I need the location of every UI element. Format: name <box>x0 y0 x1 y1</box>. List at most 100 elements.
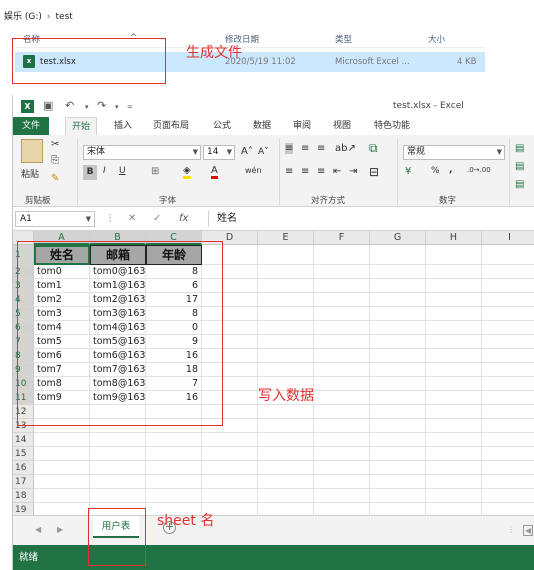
empty-cell[interactable] <box>370 245 426 265</box>
empty-cell[interactable] <box>370 391 426 405</box>
empty-cell[interactable] <box>482 377 534 391</box>
align-center-icon[interactable]: ≡ <box>301 166 309 177</box>
empty-cell[interactable] <box>482 307 534 321</box>
empty-cell[interactable] <box>314 419 370 433</box>
empty-cell[interactable] <box>426 245 482 265</box>
empty-cell[interactable] <box>314 307 370 321</box>
empty-cell[interactable] <box>314 461 370 475</box>
column-size-header[interactable]: 大小 <box>428 33 445 45</box>
empty-cell[interactable] <box>314 293 370 307</box>
increase-decimal-icon[interactable]: .0→.00 <box>467 166 491 174</box>
empty-cell[interactable] <box>482 245 534 265</box>
empty-cell[interactable] <box>258 461 314 475</box>
name-box[interactable]: A1 ▼ <box>15 211 95 227</box>
redo-dropdown-icon[interactable]: ▾ <box>115 103 119 111</box>
empty-cell[interactable] <box>426 405 482 419</box>
empty-cell[interactable] <box>258 245 314 265</box>
confirm-icon[interactable]: ✓ <box>153 213 161 224</box>
empty-cell[interactable] <box>146 461 202 475</box>
empty-cell[interactable] <box>482 433 534 447</box>
empty-cell[interactable] <box>370 433 426 447</box>
empty-cell[interactable] <box>370 489 426 503</box>
format-painter-icon[interactable]: ✎ <box>51 173 59 184</box>
empty-cell[interactable] <box>426 419 482 433</box>
empty-cell[interactable] <box>426 279 482 293</box>
empty-cell[interactable] <box>482 419 534 433</box>
copy-icon[interactable]: ⎘ <box>51 155 59 166</box>
underline-button[interactable]: U <box>119 166 126 176</box>
empty-cell[interactable] <box>258 335 314 349</box>
grow-font-icon[interactable]: A˄ <box>241 146 253 157</box>
empty-cell[interactable] <box>258 503 314 515</box>
empty-cell[interactable] <box>426 349 482 363</box>
empty-cell[interactable] <box>482 475 534 489</box>
wrap-text-icon[interactable]: ⧉ <box>369 141 378 156</box>
undo-icon[interactable]: ↶ <box>65 99 74 112</box>
empty-cell[interactable] <box>258 489 314 503</box>
empty-cell[interactable] <box>90 489 146 503</box>
empty-cell[interactable] <box>482 335 534 349</box>
row-header[interactable]: 17 <box>13 475 34 489</box>
empty-cell[interactable] <box>426 335 482 349</box>
empty-cell[interactable] <box>370 307 426 321</box>
empty-cell[interactable] <box>314 363 370 377</box>
empty-cell[interactable] <box>258 405 314 419</box>
comma-button[interactable]: , <box>449 165 452 175</box>
empty-cell[interactable] <box>482 321 534 335</box>
empty-cell[interactable] <box>370 293 426 307</box>
redo-icon[interactable]: ↷ <box>97 99 106 112</box>
empty-cell[interactable] <box>146 433 202 447</box>
border-icon[interactable]: ⊞ <box>151 166 159 177</box>
cancel-icon[interactable]: ✕ <box>128 213 136 224</box>
empty-cell[interactable] <box>202 447 258 461</box>
empty-cell[interactable] <box>90 475 146 489</box>
empty-cell[interactable] <box>482 405 534 419</box>
font-color-icon[interactable]: A <box>211 165 218 179</box>
empty-cell[interactable] <box>34 433 90 447</box>
cut-icon[interactable]: ✂ <box>51 139 59 150</box>
empty-cell[interactable] <box>482 503 534 515</box>
empty-cell[interactable] <box>482 279 534 293</box>
empty-cell[interactable] <box>202 433 258 447</box>
tab-review[interactable]: 审阅 <box>287 117 317 135</box>
empty-cell[interactable] <box>146 489 202 503</box>
tab-data[interactable]: 数据 <box>247 117 277 135</box>
empty-cell[interactable] <box>34 461 90 475</box>
empty-cell[interactable] <box>370 335 426 349</box>
empty-cell[interactable] <box>202 475 258 489</box>
empty-cell[interactable] <box>258 293 314 307</box>
row-header[interactable]: 18 <box>13 489 34 503</box>
empty-cell[interactable] <box>370 461 426 475</box>
merge-cells-icon[interactable]: ⊟ <box>369 165 379 179</box>
empty-cell[interactable] <box>258 279 314 293</box>
empty-cell[interactable] <box>34 475 90 489</box>
empty-cell[interactable] <box>482 447 534 461</box>
number-format-select[interactable]: 常规 ▼ <box>403 145 505 160</box>
empty-cell[interactable] <box>426 293 482 307</box>
align-middle-icon[interactable]: ≡ <box>301 143 309 154</box>
empty-cell[interactable] <box>34 447 90 461</box>
breadcrumb-drive[interactable]: 娱乐 (G:) <box>4 12 42 22</box>
empty-cell[interactable] <box>426 265 482 279</box>
column-header-e[interactable]: E <box>258 231 314 245</box>
align-right-icon[interactable]: ≡ <box>317 166 325 177</box>
row-header[interactable]: 15 <box>13 447 34 461</box>
phonetic-icon[interactable]: wén <box>245 166 262 175</box>
empty-cell[interactable] <box>426 307 482 321</box>
empty-cell[interactable] <box>34 503 90 515</box>
empty-cell[interactable] <box>426 489 482 503</box>
empty-cell[interactable] <box>370 349 426 363</box>
empty-cell[interactable] <box>314 503 370 515</box>
empty-cell[interactable] <box>370 363 426 377</box>
column-type-header[interactable]: 类型 <box>335 33 352 45</box>
empty-cell[interactable] <box>314 433 370 447</box>
empty-cell[interactable] <box>370 503 426 515</box>
tab-special[interactable]: 特色功能 <box>368 117 416 135</box>
row-header[interactable]: 14 <box>13 433 34 447</box>
empty-cell[interactable] <box>314 265 370 279</box>
empty-cell[interactable] <box>482 293 534 307</box>
empty-cell[interactable] <box>314 321 370 335</box>
paste-button[interactable]: 粘贴 <box>21 167 39 180</box>
empty-cell[interactable] <box>258 265 314 279</box>
decrease-indent-icon[interactable]: ⇤ <box>333 166 341 177</box>
